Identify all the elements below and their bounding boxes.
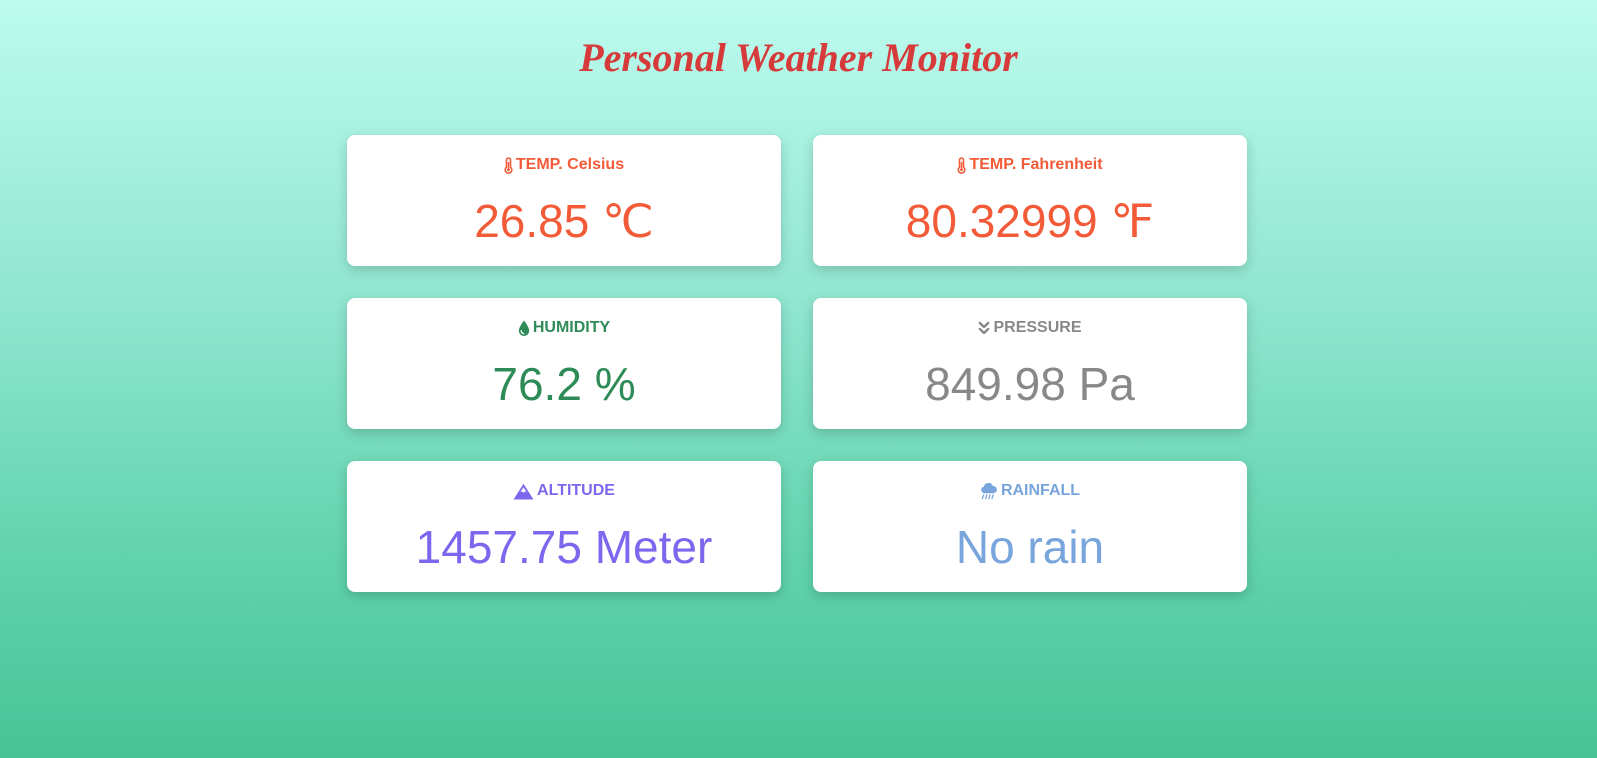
rainfall-header: RAINFALL [813,480,1247,502]
rainfall-value: No rain [955,521,1105,573]
temp-celsius-value: 26.85 ℃ [474,195,654,247]
thermometer-icon [957,156,967,174]
altitude-label: ALTITUDE [537,482,615,499]
altitude-value: 1457.75 Meter [415,521,713,573]
rainfall-card: RAINFALL No rain [813,461,1247,592]
pressure-value: 849.98 Pa [925,358,1135,410]
page-title: Personal Weather Monitor [579,35,1018,80]
pressure-card: PRESSURE 849.98 Pa [813,298,1247,429]
altitude-card: ALTITUDE 1457.75 Meter [347,461,781,592]
altitude-header: ALTITUDE [347,480,781,502]
double-chevron-down-icon [978,321,990,336]
humidity-header: HUMIDITY [347,317,781,339]
temp-celsius-label: TEMP. Celsius [515,156,625,173]
temp-fahrenheit-value: 80.32999 ℉ [905,195,1155,247]
mountain-icon [513,483,534,500]
temp-celsius-card: TEMP. Celsius 26.85 ℃ [347,135,781,266]
temp-celsius-header: TEMP. Celsius [347,154,781,176]
rainfall-label: RAINFALL [1000,482,1081,499]
temp-fahrenheit-header: TEMP. Fahrenheit [813,154,1247,176]
thermometer-icon [504,156,513,174]
temp-fahrenheit-card: TEMP. Fahrenheit 80.32999 ℉ [813,135,1247,266]
droplet-icon [518,320,530,337]
humidity-value: 76.2 % [492,358,636,410]
sensor-grid: TEMP. Celsius 26.85 ℃ TEMP. Fahrenheit 8… [347,135,1247,592]
humidity-card: HUMIDITY 76.2 % [347,298,781,429]
pressure-label: PRESSURE [993,319,1082,336]
pressure-header: PRESSURE [813,317,1247,339]
humidity-label: HUMIDITY [532,319,611,336]
temp-fahrenheit-label: TEMP. Fahrenheit [969,156,1103,173]
rain-cloud-icon [980,482,998,500]
